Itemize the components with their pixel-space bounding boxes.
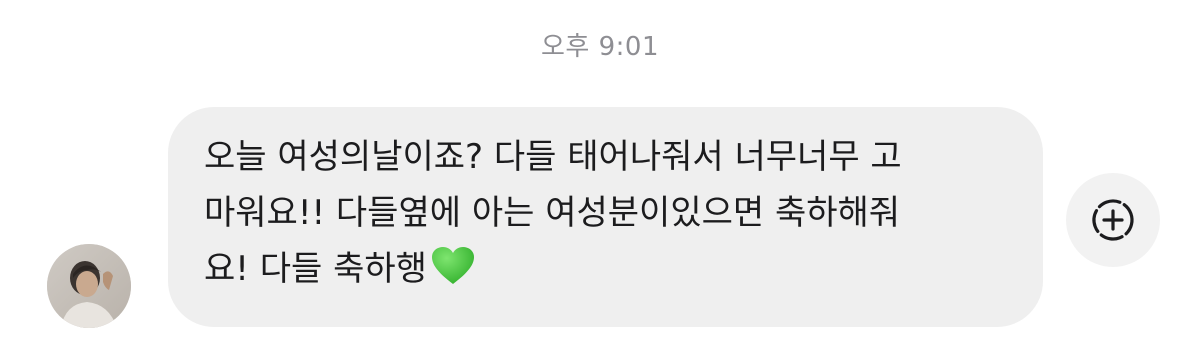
add-reaction-icon [1092,199,1134,241]
message-bubble[interactable]: 오늘 여성의날이죠? 다들 태어나줘서 너무너무 고 마워요!! 다들옆에 아는… [168,107,1043,327]
add-reaction-button[interactable] [1066,173,1160,267]
message-text: 오늘 여성의날이죠? 다들 태어나줘서 너무너무 고 마워요!! 다들옆에 아는… [204,129,1013,303]
message-body: 오늘 여성의날이죠? 다들 태어나줘서 너무너무 고 마워요!! 다들옆에 아는… [204,137,902,289]
avatar[interactable] [47,244,131,328]
profile-photo-icon [47,244,131,328]
green-heart-icon [431,246,475,303]
message-timestamp: 오후 9:01 [541,32,659,62]
chat-screen: 오후 9:01 오늘 여성의날이죠? 다들 태어나줘서 너무너무 고 마워요!!… [0,0,1200,341]
